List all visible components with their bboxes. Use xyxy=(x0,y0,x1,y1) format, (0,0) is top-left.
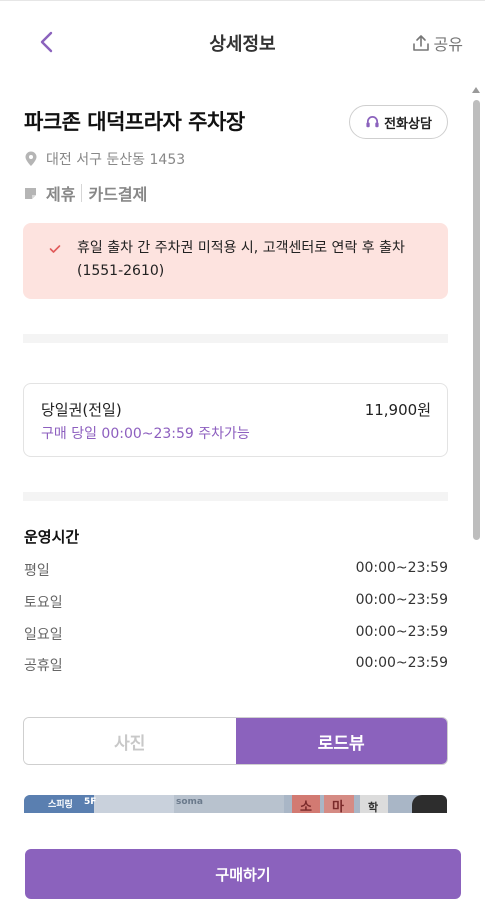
roadview-sign-text: 5F xyxy=(84,797,97,807)
hours-row: 토요일 00:00~23:59 xyxy=(24,592,448,612)
hours-day: 일요일 xyxy=(24,627,63,643)
headset-icon xyxy=(366,115,379,127)
scrollbar[interactable] xyxy=(472,86,480,810)
hours-title: 운영시간 xyxy=(24,528,80,546)
roadview-wall xyxy=(94,795,174,813)
hours-row: 평일 00:00~23:59 xyxy=(24,560,448,580)
ticket-description: 구매 당일 00:00~23:59 주차가능 xyxy=(41,426,250,442)
location-pin-icon xyxy=(25,151,37,166)
scroll-thumb[interactable] xyxy=(473,100,480,540)
roadview-sign-text: 스피링 xyxy=(48,800,73,810)
ticket-price: 11,900원 xyxy=(364,401,431,419)
tab-roadview[interactable]: 로드뷰 xyxy=(235,718,447,764)
hours-row: 공휴일 00:00~23:59 xyxy=(24,655,448,675)
notice-text: 휴일 출차 간 주차권 미적용 시, 고객센터로 연락 후 출차 (1551-2… xyxy=(77,240,405,279)
hours-day: 토요일 xyxy=(24,595,63,611)
ticket-name: 당일권(전일) xyxy=(41,401,122,419)
hours-time: 00:00~23:59 xyxy=(355,592,448,608)
roadview-sign-text: soma xyxy=(176,797,203,807)
hours-time: 00:00~23:59 xyxy=(355,655,448,671)
buy-button[interactable]: 구매하기 xyxy=(25,849,461,899)
hours-time: 00:00~23:59 xyxy=(355,624,448,640)
tag-partner: 제휴 xyxy=(46,185,76,204)
share-button[interactable]: 공유 xyxy=(412,31,463,55)
roadview-object xyxy=(412,795,447,813)
tab-photo[interactable]: 사진 xyxy=(24,718,236,764)
tag-icon xyxy=(25,187,36,199)
share-icon xyxy=(412,35,429,51)
roadview-sign-text: 소 xyxy=(300,800,312,813)
bottom-bar: 구매하기 xyxy=(0,813,485,913)
address-text: 대전 서구 둔산동 1453 xyxy=(46,152,186,168)
tag-divider xyxy=(81,184,83,202)
hours-day: 공휴일 xyxy=(24,658,63,674)
address-row: 대전 서구 둔산동 1453 xyxy=(24,149,185,169)
roadview-image[interactable]: 스피링 5F soma 소 마 학 xyxy=(24,795,447,813)
ticket-card[interactable]: 당일권(전일) 11,900원 구매 당일 00:00~23:59 주차가능 xyxy=(23,383,448,457)
roadview-sign-text: 학 xyxy=(368,801,379,813)
roadview-sign-text: 마 xyxy=(332,800,344,813)
call-consult-button[interactable]: 전화상담 xyxy=(349,105,448,139)
place-name: 파크존 대덕프라자 주차장 xyxy=(24,110,245,134)
tag-card-payment: 카드결제 xyxy=(88,185,148,204)
hours-time: 00:00~23:59 xyxy=(355,560,448,576)
hours-row: 일요일 00:00~23:59 xyxy=(24,624,448,644)
top-header: 상세정보 공유 xyxy=(0,0,485,84)
notice-box: 휴일 출차 간 주차권 미적용 시, 고객센터로 연락 후 출차 (1551-2… xyxy=(23,223,448,299)
check-icon xyxy=(49,245,61,253)
media-tabs: 사진 로드뷰 xyxy=(23,717,448,765)
tags-row: 제휴 카드결제 xyxy=(24,181,147,205)
section-divider xyxy=(23,492,448,501)
call-consult-label: 전화상담 xyxy=(384,116,432,132)
section-divider xyxy=(23,334,448,343)
hours-day: 평일 xyxy=(24,563,50,579)
share-label: 공유 xyxy=(433,35,463,54)
scroll-up-arrow-icon[interactable] xyxy=(472,86,480,94)
